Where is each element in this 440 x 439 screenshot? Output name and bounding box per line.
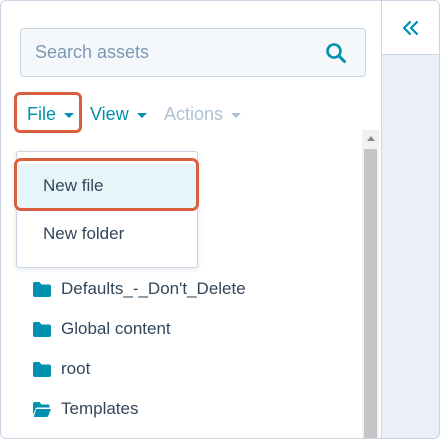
search-icon[interactable] <box>325 42 347 64</box>
menu-item-new-file[interactable]: New file <box>18 164 198 208</box>
folder-open-icon <box>33 401 51 417</box>
scroll-thumb[interactable] <box>364 149 377 438</box>
caret-down-icon <box>136 112 147 118</box>
file-dropdown-menu: New file New folder <box>16 151 198 268</box>
folder-name: Global content <box>61 319 171 338</box>
scrollbar[interactable] <box>362 130 379 438</box>
folder-item-templates[interactable]: Templates <box>33 394 138 424</box>
folder-name: root <box>61 359 91 378</box>
folder-item-root[interactable]: root <box>33 354 90 384</box>
actions-menu-label: Actions <box>164 103 224 124</box>
menu-item-new-folder[interactable]: New folder <box>18 212 198 256</box>
collapse-panel-button[interactable] <box>382 1 439 55</box>
folder-icon <box>33 321 51 337</box>
caret-down-icon <box>64 112 75 118</box>
view-menu-button[interactable]: View <box>90 99 147 129</box>
actions-menu-button[interactable]: Actions <box>164 99 242 129</box>
folder-item-global-content[interactable]: Global content <box>33 314 171 344</box>
caret-down-icon <box>231 112 242 118</box>
search-box <box>20 28 366 77</box>
folder-item-defaults[interactable]: Defaults_-_Don't_Delete <box>33 274 246 304</box>
file-menu-button[interactable]: File <box>27 99 75 129</box>
view-menu-label: View <box>90 103 129 124</box>
folder-icon <box>33 281 51 297</box>
file-menu-label: File <box>27 103 57 124</box>
folder-name: Templates <box>61 399 139 418</box>
collapsed-side-rail <box>381 1 439 438</box>
scroll-up-arrow-icon[interactable] <box>367 136 375 141</box>
folder-name: Defaults_-_Don't_Delete <box>61 279 246 298</box>
search-input[interactable] <box>21 29 311 76</box>
double-chevron-left-icon <box>402 20 419 35</box>
asset-panel: File View Actions Defaults_-_Don't_Delet… <box>0 0 440 439</box>
folder-icon <box>33 361 51 377</box>
